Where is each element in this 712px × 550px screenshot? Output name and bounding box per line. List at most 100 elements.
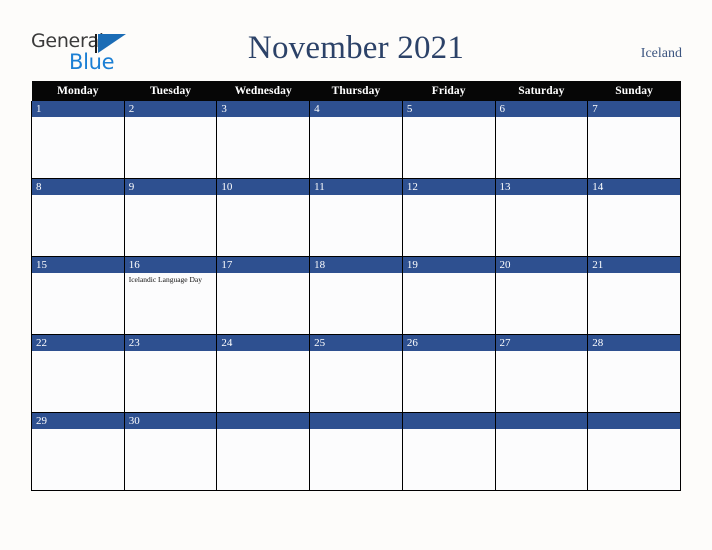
calendar-day-cell[interactable]: 2 bbox=[123, 101, 218, 179]
day-number: 6 bbox=[495, 101, 588, 117]
calendar-week-row: 22 23 24 25 26 27 28 bbox=[31, 334, 681, 413]
day-number bbox=[588, 413, 680, 429]
day-cell-inner bbox=[217, 413, 310, 490]
day-number: 16 bbox=[124, 257, 217, 273]
day-cell-inner: 16 Icelandic Language Day bbox=[124, 257, 217, 334]
day-number: 12 bbox=[402, 179, 495, 195]
calendar-day-cell[interactable]: 8 bbox=[31, 178, 125, 257]
day-number bbox=[310, 413, 402, 429]
day-cell-inner bbox=[588, 413, 680, 490]
day-cell-inner: 9 bbox=[124, 179, 217, 256]
day-cell-inner: 26 bbox=[402, 335, 495, 412]
day-number bbox=[495, 413, 588, 429]
day-number: 22 bbox=[32, 335, 124, 351]
day-number: 28 bbox=[588, 335, 680, 351]
day-events: Icelandic Language Day bbox=[125, 273, 217, 285]
day-cell-inner: 20 bbox=[495, 257, 588, 334]
calendar-day-cell[interactable]: 16 Icelandic Language Day bbox=[123, 256, 218, 335]
day-cell-inner: 30 bbox=[124, 413, 217, 490]
calendar-day-cell[interactable]: 14 bbox=[587, 178, 681, 257]
calendar-week-row: 29 30 bbox=[31, 412, 681, 491]
page-title: November 2021 bbox=[247, 30, 465, 66]
calendar-day-cell[interactable]: 4 bbox=[309, 101, 403, 179]
calendar-day-cell[interactable]: 17 bbox=[216, 256, 311, 335]
day-cell-inner: 1 bbox=[32, 101, 124, 178]
calendar-day-cell[interactable]: 25 bbox=[309, 334, 403, 413]
calendar-empty-cell bbox=[587, 412, 681, 491]
calendar-day-cell[interactable]: 21 bbox=[587, 256, 681, 335]
day-number bbox=[402, 413, 495, 429]
day-number: 7 bbox=[588, 101, 680, 117]
calendar-day-cell[interactable]: 3 bbox=[216, 101, 311, 179]
calendar-day-cell[interactable]: 18 bbox=[309, 256, 403, 335]
calendar-day-cell[interactable]: 24 bbox=[216, 334, 311, 413]
day-cell-inner: 2 bbox=[124, 101, 217, 178]
day-number: 20 bbox=[495, 257, 588, 273]
day-cell-inner: 12 bbox=[402, 179, 495, 256]
day-cell-inner: 10 bbox=[217, 179, 310, 256]
calendar-day-cell[interactable]: 6 bbox=[494, 101, 589, 179]
calendar-grid: Monday Tuesday Wednesday Thursday Friday Satu… bbox=[31, 81, 681, 491]
calendar-day-cell[interactable]: 15 bbox=[31, 256, 125, 335]
day-number: 27 bbox=[495, 335, 588, 351]
calendar-week-row: 1234567 bbox=[31, 101, 681, 179]
calendar-day-cell[interactable]: 13 bbox=[494, 178, 589, 257]
day-number: 30 bbox=[124, 413, 217, 429]
day-cell-inner: 18 bbox=[310, 257, 402, 334]
day-number: 13 bbox=[495, 179, 588, 195]
day-number: 5 bbox=[402, 101, 495, 117]
page-header: General Blue November 2021 Iceland bbox=[0, 0, 712, 81]
calendar-day-cell[interactable]: 19 bbox=[401, 256, 496, 335]
calendar-day-cell[interactable]: 1 bbox=[31, 101, 125, 179]
calendar-day-cell[interactable]: 10 bbox=[216, 178, 311, 257]
day-number: 29 bbox=[32, 413, 124, 429]
day-number: 3 bbox=[217, 101, 310, 117]
day-cell-inner: 23 bbox=[124, 335, 217, 412]
day-cell-inner: 27 bbox=[495, 335, 588, 412]
day-number: 11 bbox=[310, 179, 402, 195]
day-number: 8 bbox=[32, 179, 124, 195]
calendar-day-cell[interactable]: 12 bbox=[401, 178, 496, 257]
weekday-header-thursday: Thursday bbox=[309, 81, 403, 101]
calendar-day-cell[interactable]: 30 bbox=[123, 412, 218, 491]
calendar-day-cell[interactable]: 29 bbox=[31, 412, 125, 491]
day-cell-inner: 11 bbox=[310, 179, 402, 256]
calendar-day-cell[interactable]: 22 bbox=[31, 334, 125, 413]
weekday-header-wednesday: Wednesday bbox=[216, 81, 310, 101]
calendar-empty-cell bbox=[401, 412, 496, 491]
day-cell-inner: 5 bbox=[402, 101, 495, 178]
calendar-day-cell[interactable]: 28 bbox=[587, 334, 681, 413]
day-number: 17 bbox=[217, 257, 310, 273]
calendar-day-cell[interactable]: 9 bbox=[123, 178, 218, 257]
calendar-day-cell[interactable]: 23 bbox=[123, 334, 218, 413]
calendar-week-row: 8 9 10 11 12 13 14 bbox=[31, 178, 681, 257]
calendar-day-cell[interactable]: 27 bbox=[494, 334, 589, 413]
country-label: Iceland bbox=[640, 46, 682, 61]
day-number: 25 bbox=[310, 335, 402, 351]
day-number: 23 bbox=[124, 335, 217, 351]
event-label: Icelandic Language Day bbox=[128, 275, 202, 284]
day-cell-inner bbox=[310, 413, 402, 490]
day-cell-inner: 17 bbox=[217, 257, 310, 334]
day-cell-inner: 7 bbox=[588, 101, 680, 178]
day-cell-inner: 6 bbox=[495, 101, 588, 178]
calendar-day-cell[interactable]: 20 bbox=[494, 256, 589, 335]
day-cell-inner: 22 bbox=[32, 335, 124, 412]
calendar-empty-cell bbox=[494, 412, 589, 491]
day-cell-inner bbox=[495, 413, 588, 490]
calendar-day-cell[interactable]: 11 bbox=[309, 178, 403, 257]
calendar-day-cell[interactable]: 5 bbox=[401, 101, 496, 179]
weekday-header-monday: Monday bbox=[31, 81, 125, 101]
calendar-day-cell[interactable]: 7 bbox=[587, 101, 681, 179]
weekday-header-tuesday: Tuesday bbox=[124, 81, 217, 101]
day-number: 9 bbox=[124, 179, 217, 195]
calendar-day-cell[interactable]: 26 bbox=[401, 334, 496, 413]
day-number: 26 bbox=[402, 335, 495, 351]
day-cell-inner: 24 bbox=[217, 335, 310, 412]
day-cell-inner: 19 bbox=[402, 257, 495, 334]
day-number: 15 bbox=[32, 257, 124, 273]
day-number: 19 bbox=[402, 257, 495, 273]
day-cell-inner: 25 bbox=[310, 335, 402, 412]
weekday-header-friday: Friday bbox=[402, 81, 496, 101]
day-cell-inner bbox=[402, 413, 495, 490]
